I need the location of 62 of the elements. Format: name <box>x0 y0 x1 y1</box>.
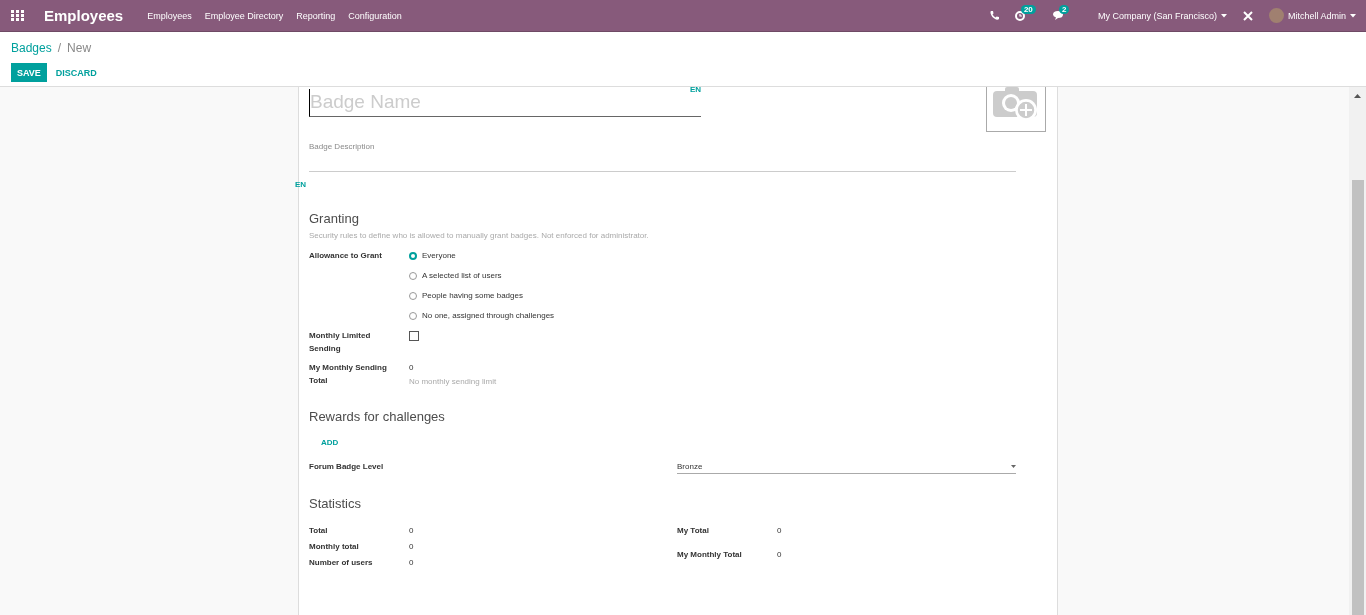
company-name: My Company (San Francisco) <box>1097 10 1217 21</box>
option-label: People having some badges <box>422 290 523 302</box>
app-title[interactable]: Employees <box>44 7 124 24</box>
activity-button[interactable]: 20 <box>1006 0 1045 31</box>
field-value: 0 <box>777 525 783 537</box>
option-label: Everyone <box>422 250 456 262</box>
save-button[interactable]: SAVE <box>11 63 47 82</box>
caret-icon <box>1350 13 1356 18</box>
field-value: 0 <box>409 541 415 553</box>
radio-option[interactable]: No one, assigned through challenges <box>409 309 555 323</box>
field-label: My Total <box>677 525 710 537</box>
field-label: Allowance to Grant <box>309 250 383 262</box>
section-heading: Granting <box>309 211 360 226</box>
field-label: My Monthly Sending Total <box>309 362 388 387</box>
option-label: A selected list of users <box>422 270 502 282</box>
company-switcher[interactable]: My Company (San Francisco) <box>1089 0 1235 31</box>
field-value: 0 <box>777 549 783 561</box>
radio-option[interactable]: A selected list of users <box>409 269 502 283</box>
count-badge: 20 <box>1020 5 1036 14</box>
radio-option[interactable]: Everyone <box>409 249 456 263</box>
messages-button[interactable]: 2 <box>1044 0 1084 31</box>
section-heading: Rewards for challenges <box>309 409 446 424</box>
field-value: 0 <box>409 362 415 374</box>
option-label: No one, assigned through challenges <box>422 310 555 322</box>
field-value: 0 <box>409 525 415 537</box>
caret-icon <box>1220 13 1227 18</box>
avatar <box>1268 8 1284 23</box>
language-tag[interactable]: EN <box>295 180 307 189</box>
hint-text: No monthly sending limit <box>409 377 498 386</box>
menu-item[interactable]: Employees <box>147 10 192 21</box>
image-upload[interactable] <box>986 87 1046 132</box>
radio-option[interactable]: People having some badges <box>409 289 523 303</box>
menu-item[interactable]: Configuration <box>348 10 402 21</box>
menu-item[interactable]: Reporting <box>296 10 336 21</box>
field-label: Monthly total <box>309 541 360 553</box>
chat-icon <box>1052 11 1064 20</box>
scrollbar-thumb[interactable] <box>1351 180 1364 615</box>
discard-button[interactable]: DISCARD <box>50 67 102 78</box>
add-link[interactable]: ADD <box>321 438 339 447</box>
section-heading: Statistics <box>309 496 362 511</box>
scrollbar[interactable] <box>1349 87 1366 615</box>
user-name: Mitchell Admin <box>1287 10 1346 21</box>
menu-item[interactable]: Employee Directory <box>204 10 284 21</box>
count-badge: 2 <box>1058 5 1070 14</box>
breadcrumb-current: New <box>67 41 92 55</box>
help-text: Security rules to define who is allowed to manually grant badges. Not enforced for administrator. <box>309 231 650 240</box>
field-label: Forum Badge Level <box>309 461 385 473</box>
field-label: My Monthly Total <box>677 549 743 561</box>
user-menu[interactable]: Mitchell Admin <box>1260 0 1366 31</box>
radio-button[interactable] <box>409 252 417 260</box>
language-tag[interactable]: EN <box>689 87 701 94</box>
field-label: Number of users <box>309 557 374 569</box>
forum-level-select[interactable]: Bronze <box>677 460 1016 474</box>
breadcrumb-link[interactable]: Badges <box>11 41 52 55</box>
clock-icon <box>1014 10 1025 21</box>
breadcrumb-separator: / <box>57 41 62 55</box>
field-value: 0 <box>409 557 415 569</box>
field-label: Monthly Limited Sending <box>309 330 372 355</box>
field-label: Total <box>309 525 329 537</box>
scroll-up-icon <box>1354 94 1361 98</box>
checkbox[interactable] <box>409 331 419 341</box>
caret-icon <box>1011 464 1016 468</box>
